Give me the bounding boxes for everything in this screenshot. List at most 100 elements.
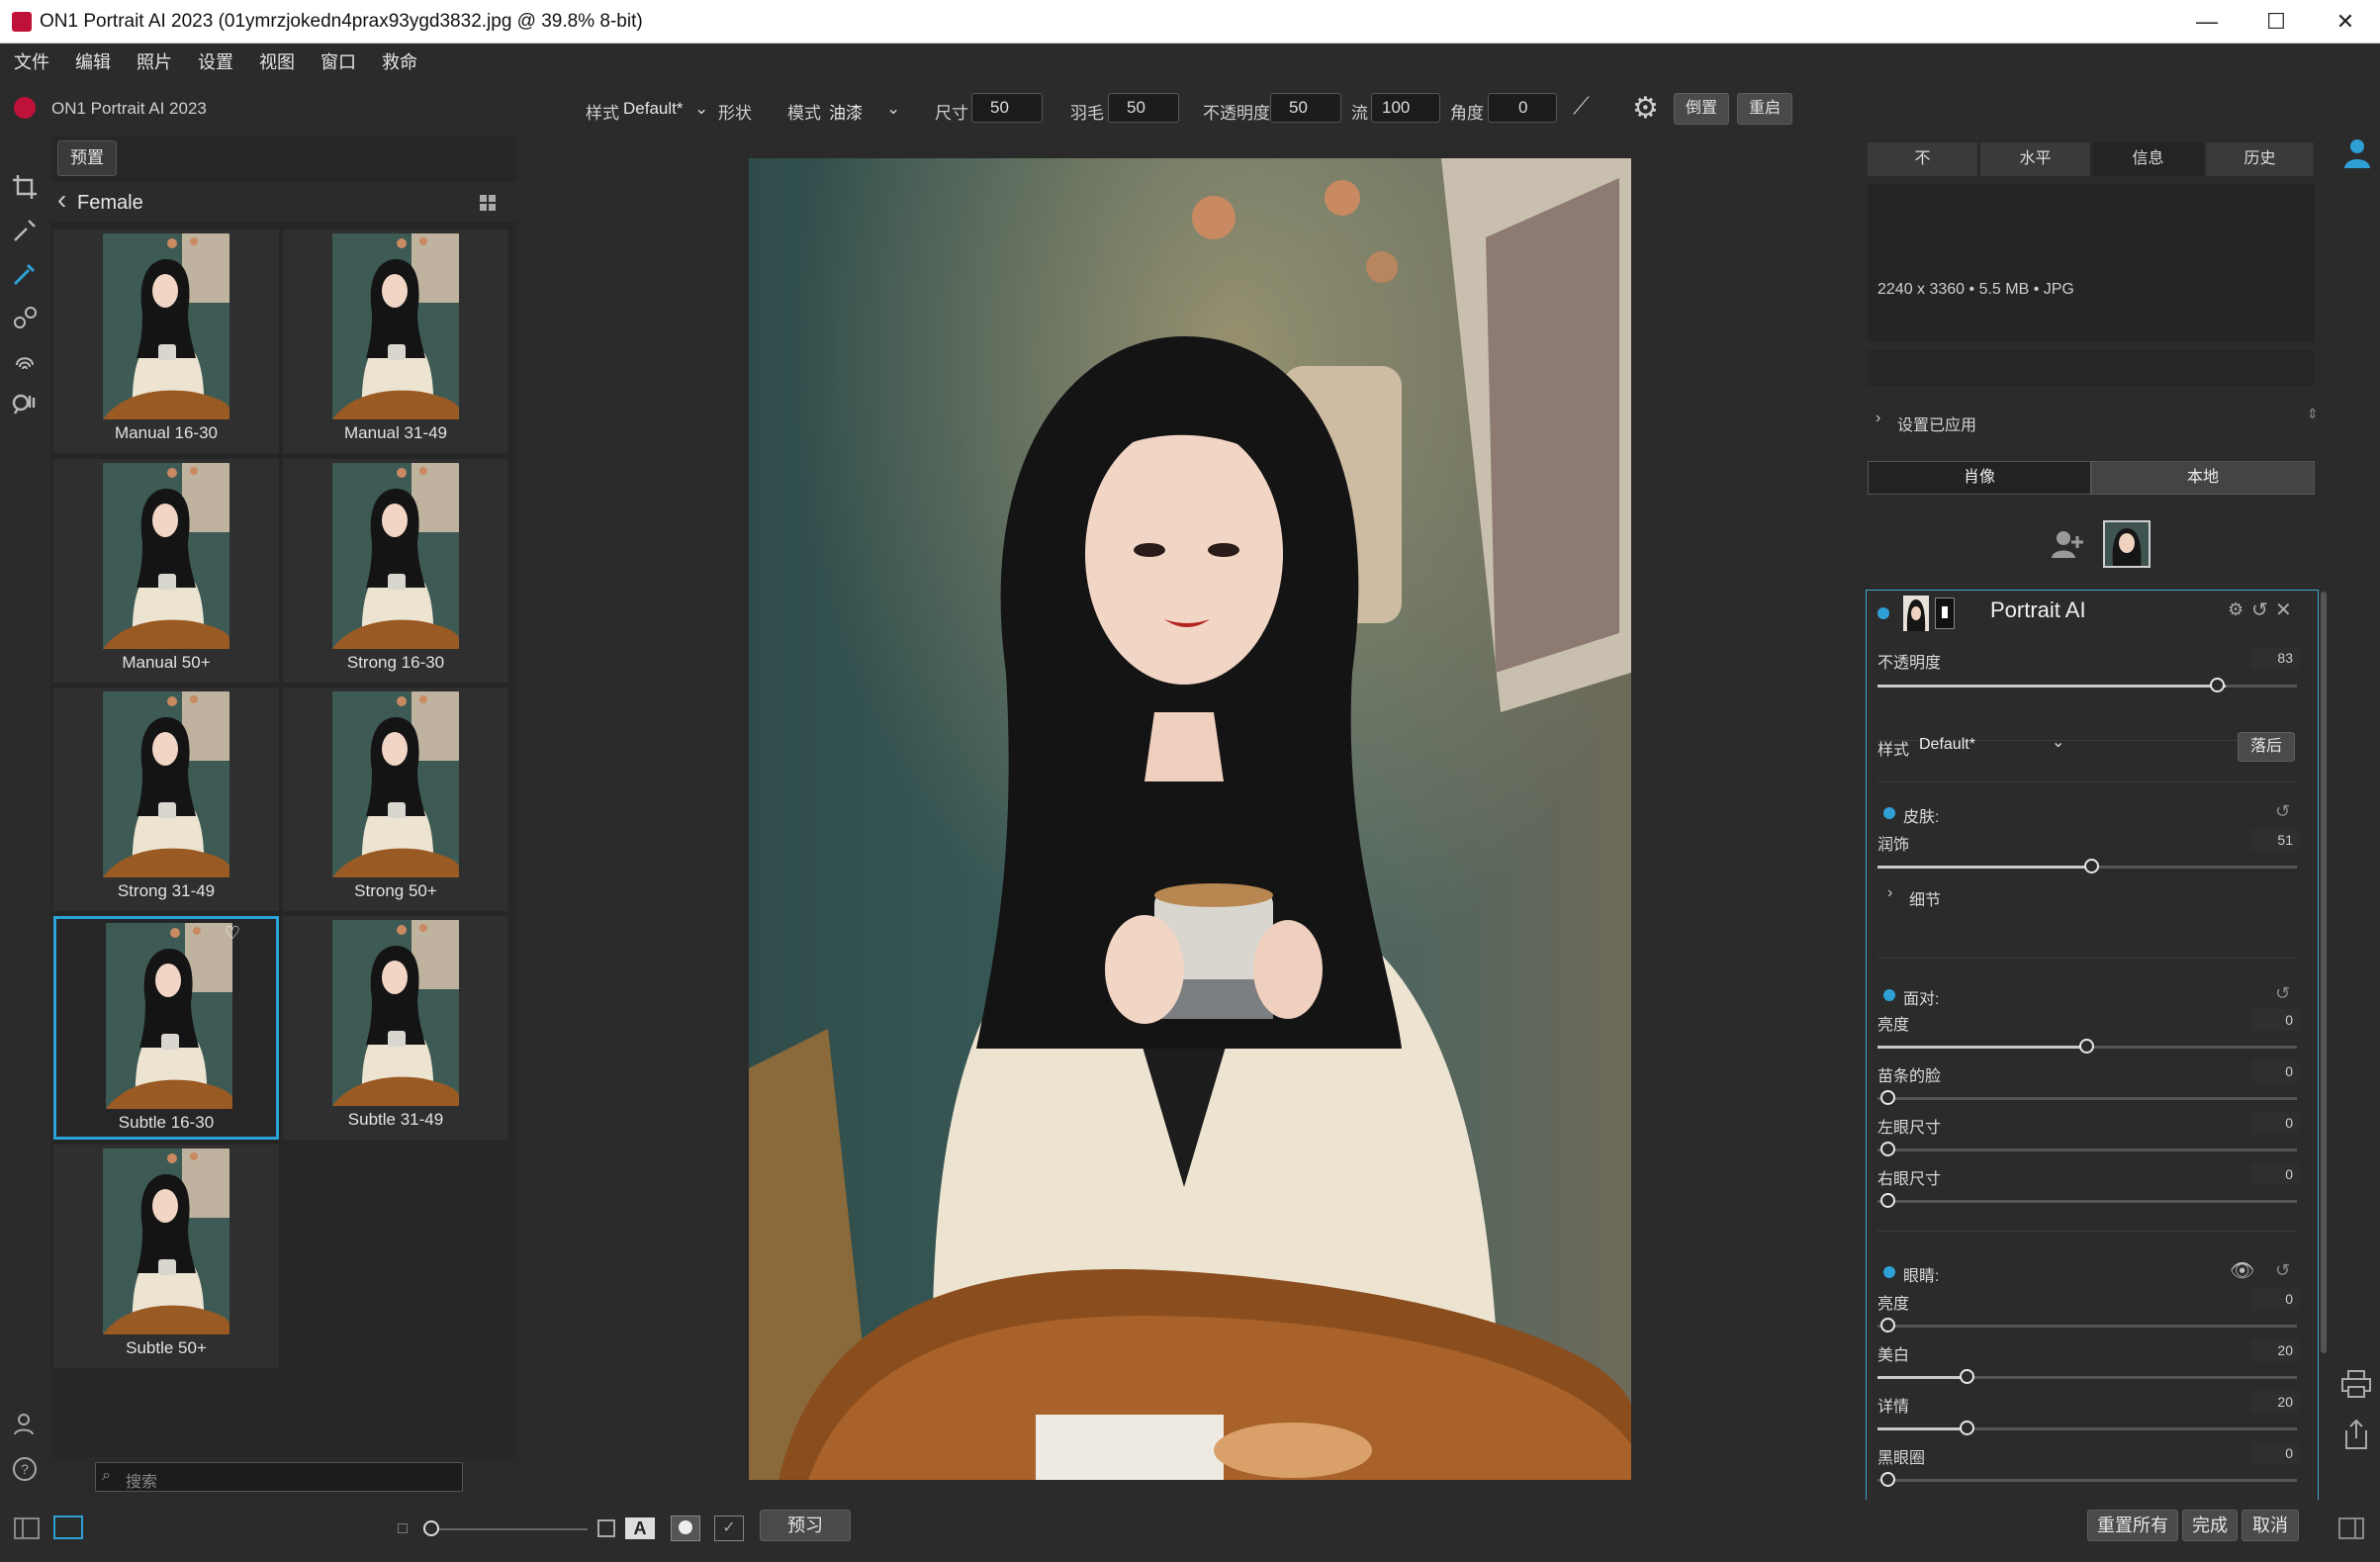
single-view-icon[interactable] [53, 1516, 83, 1539]
dark-circles-knob[interactable] [1880, 1472, 1895, 1487]
adjust-brush-icon[interactable] [8, 257, 42, 291]
restart-button[interactable]: 重启 [1737, 93, 1792, 125]
detail-toggle[interactable]: 细节 [1909, 886, 1941, 910]
dark-circles-track[interactable] [1877, 1479, 2297, 1482]
close-layer-icon[interactable]: ✕ [2275, 597, 2292, 622]
whiten-knob[interactable] [1960, 1369, 1974, 1384]
layer-opacity-knob[interactable] [2210, 678, 2225, 692]
left-eye-value[interactable]: 0 [2251, 1112, 2299, 1134]
whiten-value[interactable]: 20 [2251, 1339, 2299, 1361]
main-photo[interactable] [749, 158, 1631, 1480]
magic-wand-icon[interactable]: ⟋ [1573, 93, 1590, 121]
clone-icon[interactable] [8, 301, 42, 334]
layer-style-dropdown[interactable]: Default* [1919, 736, 1975, 754]
chevron-down-icon[interactable]: ⌄ [694, 99, 708, 119]
mode-dropdown[interactable]: 油漆 [829, 99, 863, 124]
face-thumbnail[interactable] [2103, 520, 2151, 568]
panel-scrollbar[interactable] [2321, 592, 2327, 1353]
layer-gear-icon[interactable]: ⚙ [2228, 599, 2243, 620]
print-icon[interactable] [2340, 1369, 2372, 1399]
left-eye-track[interactable] [1877, 1149, 2297, 1151]
menu-window[interactable]: 窗口 [320, 44, 356, 81]
tab-none[interactable]: 不 [1868, 142, 1978, 176]
back-chevron-icon[interactable]: ‹ [57, 184, 66, 216]
preset-thumbnail[interactable]: Subtle 16-30 ♡ [53, 916, 279, 1140]
preset-thumbnail[interactable]: Strong 31-49 [53, 688, 279, 911]
skin-dot[interactable] [1883, 807, 1895, 819]
flow-input[interactable]: 100 [1371, 93, 1440, 123]
preset-button[interactable]: 预置 [57, 140, 117, 176]
tab-level[interactable]: 水平 [1980, 142, 2091, 176]
user-icon[interactable] [8, 1407, 42, 1440]
zoom-hand-icon[interactable] [8, 388, 42, 421]
search-input[interactable]: ⌕ 搜索 [95, 1462, 463, 1492]
updown-icon[interactable]: ⇕ [2307, 406, 2319, 422]
add-face-icon[interactable] [2048, 524, 2087, 564]
close-button[interactable]: ✕ [2311, 0, 2380, 44]
eyes-reset-icon[interactable]: ↺ [2275, 1260, 2290, 1281]
right-eye-track[interactable] [1877, 1200, 2297, 1203]
minimize-button[interactable]: — [2172, 0, 2242, 44]
tab-portrait[interactable]: 肖像 [1868, 461, 2091, 495]
layer-opacity-value[interactable]: 83 [2251, 647, 2299, 669]
eyes-brightness-track[interactable] [1877, 1325, 2297, 1328]
preset-thumbnail[interactable]: Subtle 31-49 [283, 916, 508, 1140]
style-dropdown[interactable]: Default* [623, 99, 683, 119]
preview-button[interactable]: 预习 [760, 1510, 851, 1541]
slim-face-value[interactable]: 0 [2251, 1060, 2299, 1082]
retouch-brush-icon[interactable] [8, 214, 42, 247]
eye-detail-value[interactable]: 20 [2251, 1391, 2299, 1413]
preset-thumbnail[interactable]: Manual 50+ [53, 459, 279, 683]
menu-file[interactable]: 文件 [14, 44, 49, 81]
layer-mask-thumb[interactable] [1935, 597, 1955, 629]
preset-thumbnail[interactable]: Manual 16-30 [53, 230, 279, 453]
menu-view[interactable]: 视图 [259, 44, 295, 81]
export-icon[interactable] [2342, 1419, 2370, 1450]
eyes-brightness-knob[interactable] [1880, 1318, 1895, 1332]
menu-edit[interactable]: 编辑 [75, 44, 111, 81]
panel-toggle-left-icon[interactable] [14, 1517, 40, 1539]
eye-add-icon[interactable]: 👁 [2230, 1258, 2254, 1283]
preset-thumbnail[interactable]: Strong 50+ [283, 688, 508, 911]
chevron-right-icon[interactable]: › [1887, 884, 1892, 902]
cancel-button[interactable]: 取消 [2242, 1510, 2299, 1541]
preset-thumbnail[interactable]: Strong 16-30 [283, 459, 508, 683]
settings-applied[interactable]: 设置已应用 [1897, 412, 1976, 435]
chevron-down-icon[interactable]: ⌄ [886, 99, 900, 119]
fingerprint-icon[interactable] [8, 344, 42, 378]
mask-view-icon[interactable] [671, 1516, 700, 1541]
opacity-input[interactable]: 50 [1270, 93, 1341, 123]
layer-visibility-dot[interactable] [1877, 607, 1889, 619]
crop-icon[interactable] [8, 170, 42, 204]
tab-history[interactable]: 历史 [2206, 142, 2315, 176]
fall-behind-button[interactable]: 落后 [2238, 732, 2295, 762]
right-eye-value[interactable]: 0 [2251, 1163, 2299, 1185]
dark-circles-value[interactable]: 0 [2251, 1442, 2299, 1464]
face-dot[interactable] [1883, 989, 1895, 1001]
feather-input[interactable]: 50 [1108, 93, 1179, 123]
smooth-knob[interactable] [2084, 859, 2099, 873]
skin-reset-icon[interactable]: ↺ [2275, 801, 2290, 822]
eyes-brightness-value[interactable]: 0 [2251, 1288, 2299, 1310]
right-eye-knob[interactable] [1880, 1193, 1895, 1208]
done-button[interactable]: 完成 [2182, 1510, 2238, 1541]
face-brightness-knob[interactable] [2079, 1039, 2094, 1054]
tab-info[interactable]: 信息 [2093, 142, 2204, 176]
smooth-value[interactable]: 51 [2251, 829, 2299, 851]
reset-all-button[interactable]: 重置所有 [2087, 1510, 2178, 1541]
zoom-knob[interactable] [423, 1520, 439, 1536]
preset-thumbnail[interactable]: Manual 31-49 [283, 230, 508, 453]
size-input[interactable]: 50 [971, 93, 1043, 123]
gear-icon[interactable]: ⚙ [1632, 91, 1659, 126]
angle-input[interactable]: 0 [1488, 93, 1557, 123]
text-overlay-icon[interactable]: A [625, 1517, 655, 1539]
chevron-right-icon[interactable]: › [1876, 410, 1880, 427]
zoom-track[interactable] [423, 1528, 588, 1530]
menu-photo[interactable]: 照片 [137, 44, 172, 81]
help-icon[interactable]: ? [8, 1452, 42, 1486]
maximize-button[interactable]: ☐ [2242, 0, 2311, 44]
compare-icon[interactable]: ✓ [714, 1516, 744, 1541]
reset-icon[interactable]: ↺ [2251, 597, 2268, 622]
person-icon[interactable] [2342, 137, 2372, 170]
eye-detail-knob[interactable] [1960, 1421, 1974, 1435]
